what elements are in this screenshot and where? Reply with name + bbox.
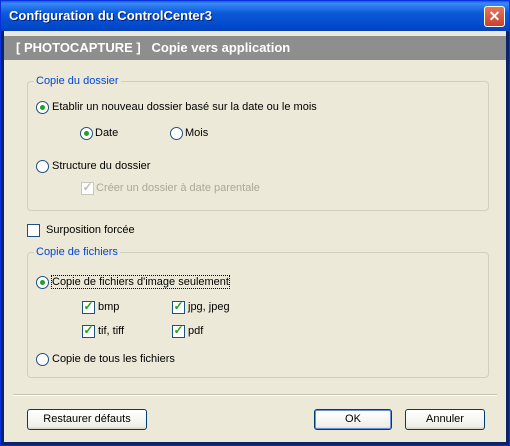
check-icon: ✓	[173, 299, 184, 313]
check-icon: ✓	[173, 323, 184, 337]
month-radio[interactable]	[170, 127, 183, 140]
check-icon: ✓	[82, 180, 93, 194]
images-only-radio[interactable]	[36, 276, 49, 289]
new-folder-radio[interactable]	[36, 101, 49, 114]
file-copy-legend: Copie de fichiers	[34, 246, 120, 258]
check-icon: ✓	[83, 323, 94, 337]
tif-checkbox[interactable]: ✓	[82, 323, 95, 338]
dialog-window: Configuration du ControlCenter3 ✕ [ PHOT…	[0, 0, 510, 446]
footer-divider	[13, 394, 497, 396]
all-files-radio[interactable]	[36, 353, 49, 366]
title-bar[interactable]: Configuration du ControlCenter3 ✕	[1, 1, 509, 31]
close-button[interactable]: ✕	[484, 6, 505, 27]
banner-title: [ PHOTOCAPTURE ] Copie vers application	[16, 40, 291, 55]
parent-date-label: Créer un dossier à date parentale	[96, 182, 260, 194]
dialog-body: [ PHOTOCAPTURE ] Copie vers application …	[4, 31, 506, 442]
section-banner: [ PHOTOCAPTURE ] Copie vers application	[4, 36, 506, 60]
restore-defaults-button[interactable]: Restaurer défauts	[27, 409, 147, 430]
check-icon: ✓	[83, 299, 94, 313]
overwrite-label[interactable]: Surposition forcée	[46, 224, 135, 236]
overwrite-checkbox[interactable]	[27, 224, 40, 237]
date-radio[interactable]	[80, 127, 93, 140]
folder-structure-label[interactable]: Structure du dossier	[52, 160, 150, 172]
tif-label[interactable]: tif, tiff	[98, 325, 124, 337]
jpg-checkbox[interactable]: ✓	[172, 299, 185, 314]
parent-date-checkbox[interactable]: ✓	[81, 180, 94, 195]
pdf-label[interactable]: pdf	[188, 325, 203, 337]
jpg-label[interactable]: jpg, jpeg	[188, 301, 230, 313]
images-only-label[interactable]: Copie de fichiers d'image seulement	[51, 275, 230, 289]
pdf-checkbox[interactable]: ✓	[172, 323, 185, 338]
bmp-checkbox[interactable]: ✓	[82, 299, 95, 314]
cancel-button[interactable]: Annuler	[405, 409, 485, 430]
all-files-label[interactable]: Copie de tous les fichiers	[52, 353, 175, 365]
folder-structure-radio[interactable]	[36, 160, 49, 173]
new-folder-label[interactable]: Etablir un nouveau dossier basé sur la d…	[52, 101, 317, 113]
bmp-label[interactable]: bmp	[98, 301, 119, 313]
folder-copy-legend: Copie du dossier	[34, 75, 121, 87]
date-label[interactable]: Date	[95, 127, 118, 139]
window-title: Configuration du ControlCenter3	[9, 8, 212, 23]
close-icon: ✕	[488, 8, 501, 24]
month-label[interactable]: Mois	[185, 127, 208, 139]
ok-button[interactable]: OK	[314, 409, 392, 430]
